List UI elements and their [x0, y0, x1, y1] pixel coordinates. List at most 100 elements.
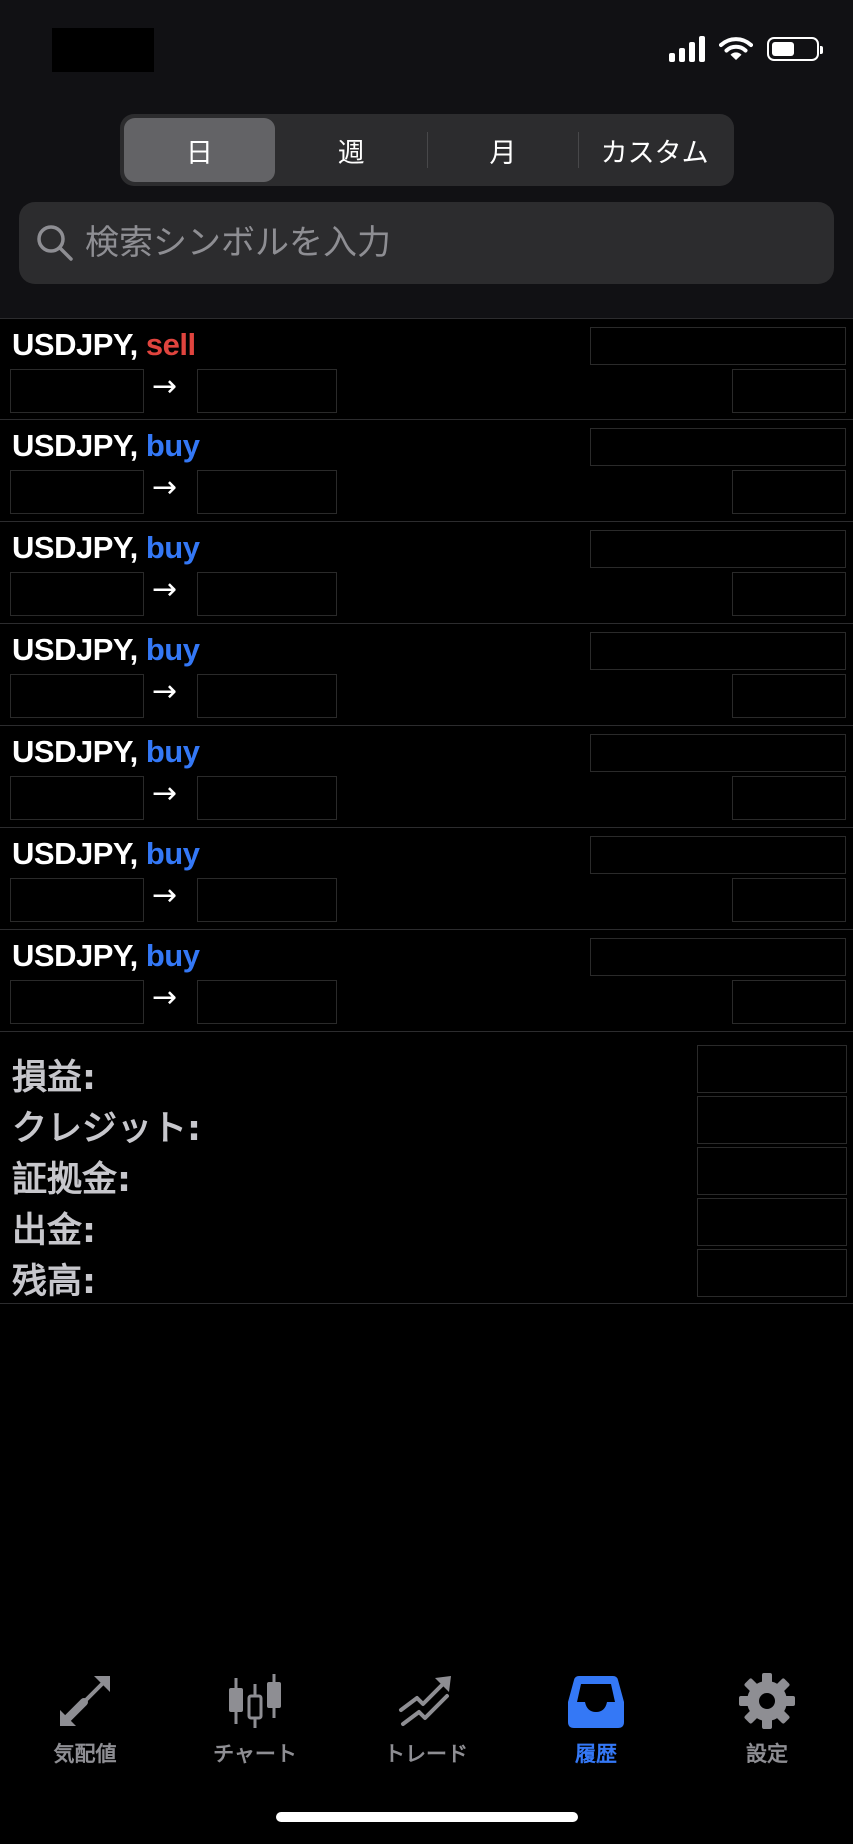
deal-open-price-redacted [10, 470, 144, 514]
tab-chart[interactable]: チャート [170, 1670, 340, 1768]
deal-profit-redacted [732, 470, 846, 514]
deal-row[interactable]: USDJPY, buy → [0, 522, 853, 624]
deal-volume-redacted [590, 734, 846, 772]
status-bar [0, 0, 853, 100]
deal-symbol: USDJPY, [12, 327, 138, 362]
deal-title: USDJPY, buy [12, 632, 200, 668]
deal-close-price-redacted [197, 980, 337, 1024]
tab-label: 設定 [746, 1742, 788, 1766]
tab-label: トレード [384, 1742, 468, 1766]
deal-side: buy [145, 632, 200, 667]
deal-row[interactable]: USDJPY, buy → [0, 930, 853, 1032]
deal-open-price-redacted [10, 980, 144, 1024]
segment-custom[interactable]: カスタム [579, 118, 730, 182]
deal-symbol: USDJPY, [12, 428, 138, 463]
deal-symbol: USDJPY, [12, 632, 138, 667]
deal-row[interactable]: USDJPY, sell → [0, 318, 853, 420]
deal-row[interactable]: USDJPY, buy → [0, 828, 853, 930]
deal-volume-redacted [590, 428, 846, 466]
deal-symbol: USDJPY, [12, 836, 138, 871]
deal-side: sell [145, 327, 196, 362]
tab-label: チャート [213, 1742, 297, 1766]
status-time-redacted [52, 28, 154, 72]
segment-week[interactable]: 週 [276, 118, 427, 182]
price-arrow: → [152, 674, 178, 709]
deal-row[interactable]: USDJPY, buy → [0, 726, 853, 828]
cellular-signal-icon [669, 36, 705, 62]
deal-side: buy [145, 734, 200, 769]
deal-open-price-redacted [10, 674, 144, 718]
deal-close-price-redacted [197, 470, 337, 514]
deal-profit-redacted [732, 878, 846, 922]
price-arrow: → [152, 572, 178, 607]
search-bar[interactable] [19, 202, 834, 284]
tab-quotes[interactable]: 気配値 [0, 1670, 170, 1768]
deal-close-price-redacted [197, 878, 337, 922]
deal-profit-redacted [732, 980, 846, 1024]
deal-symbol: USDJPY, [12, 938, 138, 973]
deal-profit-redacted [732, 776, 846, 820]
price-arrow: → [152, 369, 178, 404]
inbox-tray-icon [565, 1670, 627, 1732]
summary-value-redacted [697, 1198, 847, 1246]
deal-side: buy [145, 530, 200, 565]
price-arrow: → [152, 470, 178, 505]
deal-open-price-redacted [10, 572, 144, 616]
candlestick-chart-icon [224, 1670, 286, 1732]
home-indicator[interactable] [276, 1812, 578, 1822]
summary-row-profit: 損益: [0, 1043, 853, 1098]
deal-volume-redacted [590, 836, 846, 874]
price-arrow: → [152, 980, 178, 1015]
tab-settings[interactable]: 設定 [682, 1670, 852, 1768]
segment-month[interactable]: 月 [428, 118, 579, 182]
quotes-arrows-icon [54, 1670, 116, 1732]
battery-icon [767, 37, 823, 61]
deal-close-price-redacted [197, 572, 337, 616]
summary-value-redacted [697, 1147, 847, 1195]
deal-profit-redacted [732, 572, 846, 616]
deal-open-price-redacted [10, 369, 144, 413]
deal-volume-redacted [590, 632, 846, 670]
tab-label: 履歴 [575, 1742, 617, 1766]
deal-symbol: USDJPY, [12, 734, 138, 769]
summary-row-margin: 証拠金: [0, 1145, 853, 1200]
deal-row[interactable]: USDJPY, buy → [0, 624, 853, 726]
deal-title: USDJPY, buy [12, 530, 200, 566]
summary-label: 損益: [12, 1058, 96, 1098]
tab-history[interactable]: 履歴 [511, 1670, 681, 1768]
summary-row-credit: クレジット: [0, 1094, 853, 1149]
summary-value-redacted [697, 1096, 847, 1144]
summary-value-redacted [697, 1249, 847, 1297]
deal-profit-redacted [732, 369, 846, 413]
period-segmented-control: 日 週 月 カスタム [120, 114, 734, 186]
deal-side: buy [145, 836, 200, 871]
account-summary: 損益: クレジット: 証拠金: 出金: 残高: [0, 1033, 853, 1304]
tab-trade[interactable]: トレード [341, 1670, 511, 1768]
deal-side: buy [145, 428, 200, 463]
summary-label: クレジット: [12, 1109, 201, 1149]
deal-volume-redacted [590, 327, 846, 365]
wifi-icon [719, 37, 753, 60]
deal-row[interactable]: USDJPY, buy → [0, 420, 853, 522]
trade-trend-icon [395, 1670, 457, 1732]
summary-row-balance: 残高: [0, 1247, 853, 1302]
search-input[interactable] [85, 223, 805, 263]
deal-close-price-redacted [197, 369, 337, 413]
status-icons [669, 36, 823, 62]
deal-close-price-redacted [197, 674, 337, 718]
summary-value-redacted [697, 1045, 847, 1093]
segment-day[interactable]: 日 [124, 118, 275, 182]
price-arrow: → [152, 878, 178, 913]
deal-title: USDJPY, buy [12, 938, 200, 974]
deal-list: USDJPY, sell → USDJPY, buy → USDJPY, buy… [0, 318, 853, 1032]
deal-open-price-redacted [10, 878, 144, 922]
search-icon [37, 225, 73, 261]
deal-profit-redacted [732, 674, 846, 718]
summary-label: 残高: [12, 1262, 96, 1302]
deal-title: USDJPY, sell [12, 327, 196, 363]
history-header: 日 週 月 カスタム [0, 100, 853, 318]
deal-volume-redacted [590, 530, 846, 568]
price-arrow: → [152, 776, 178, 811]
summary-row-withdrawal: 出金: [0, 1196, 853, 1251]
deal-symbol: USDJPY, [12, 530, 138, 565]
